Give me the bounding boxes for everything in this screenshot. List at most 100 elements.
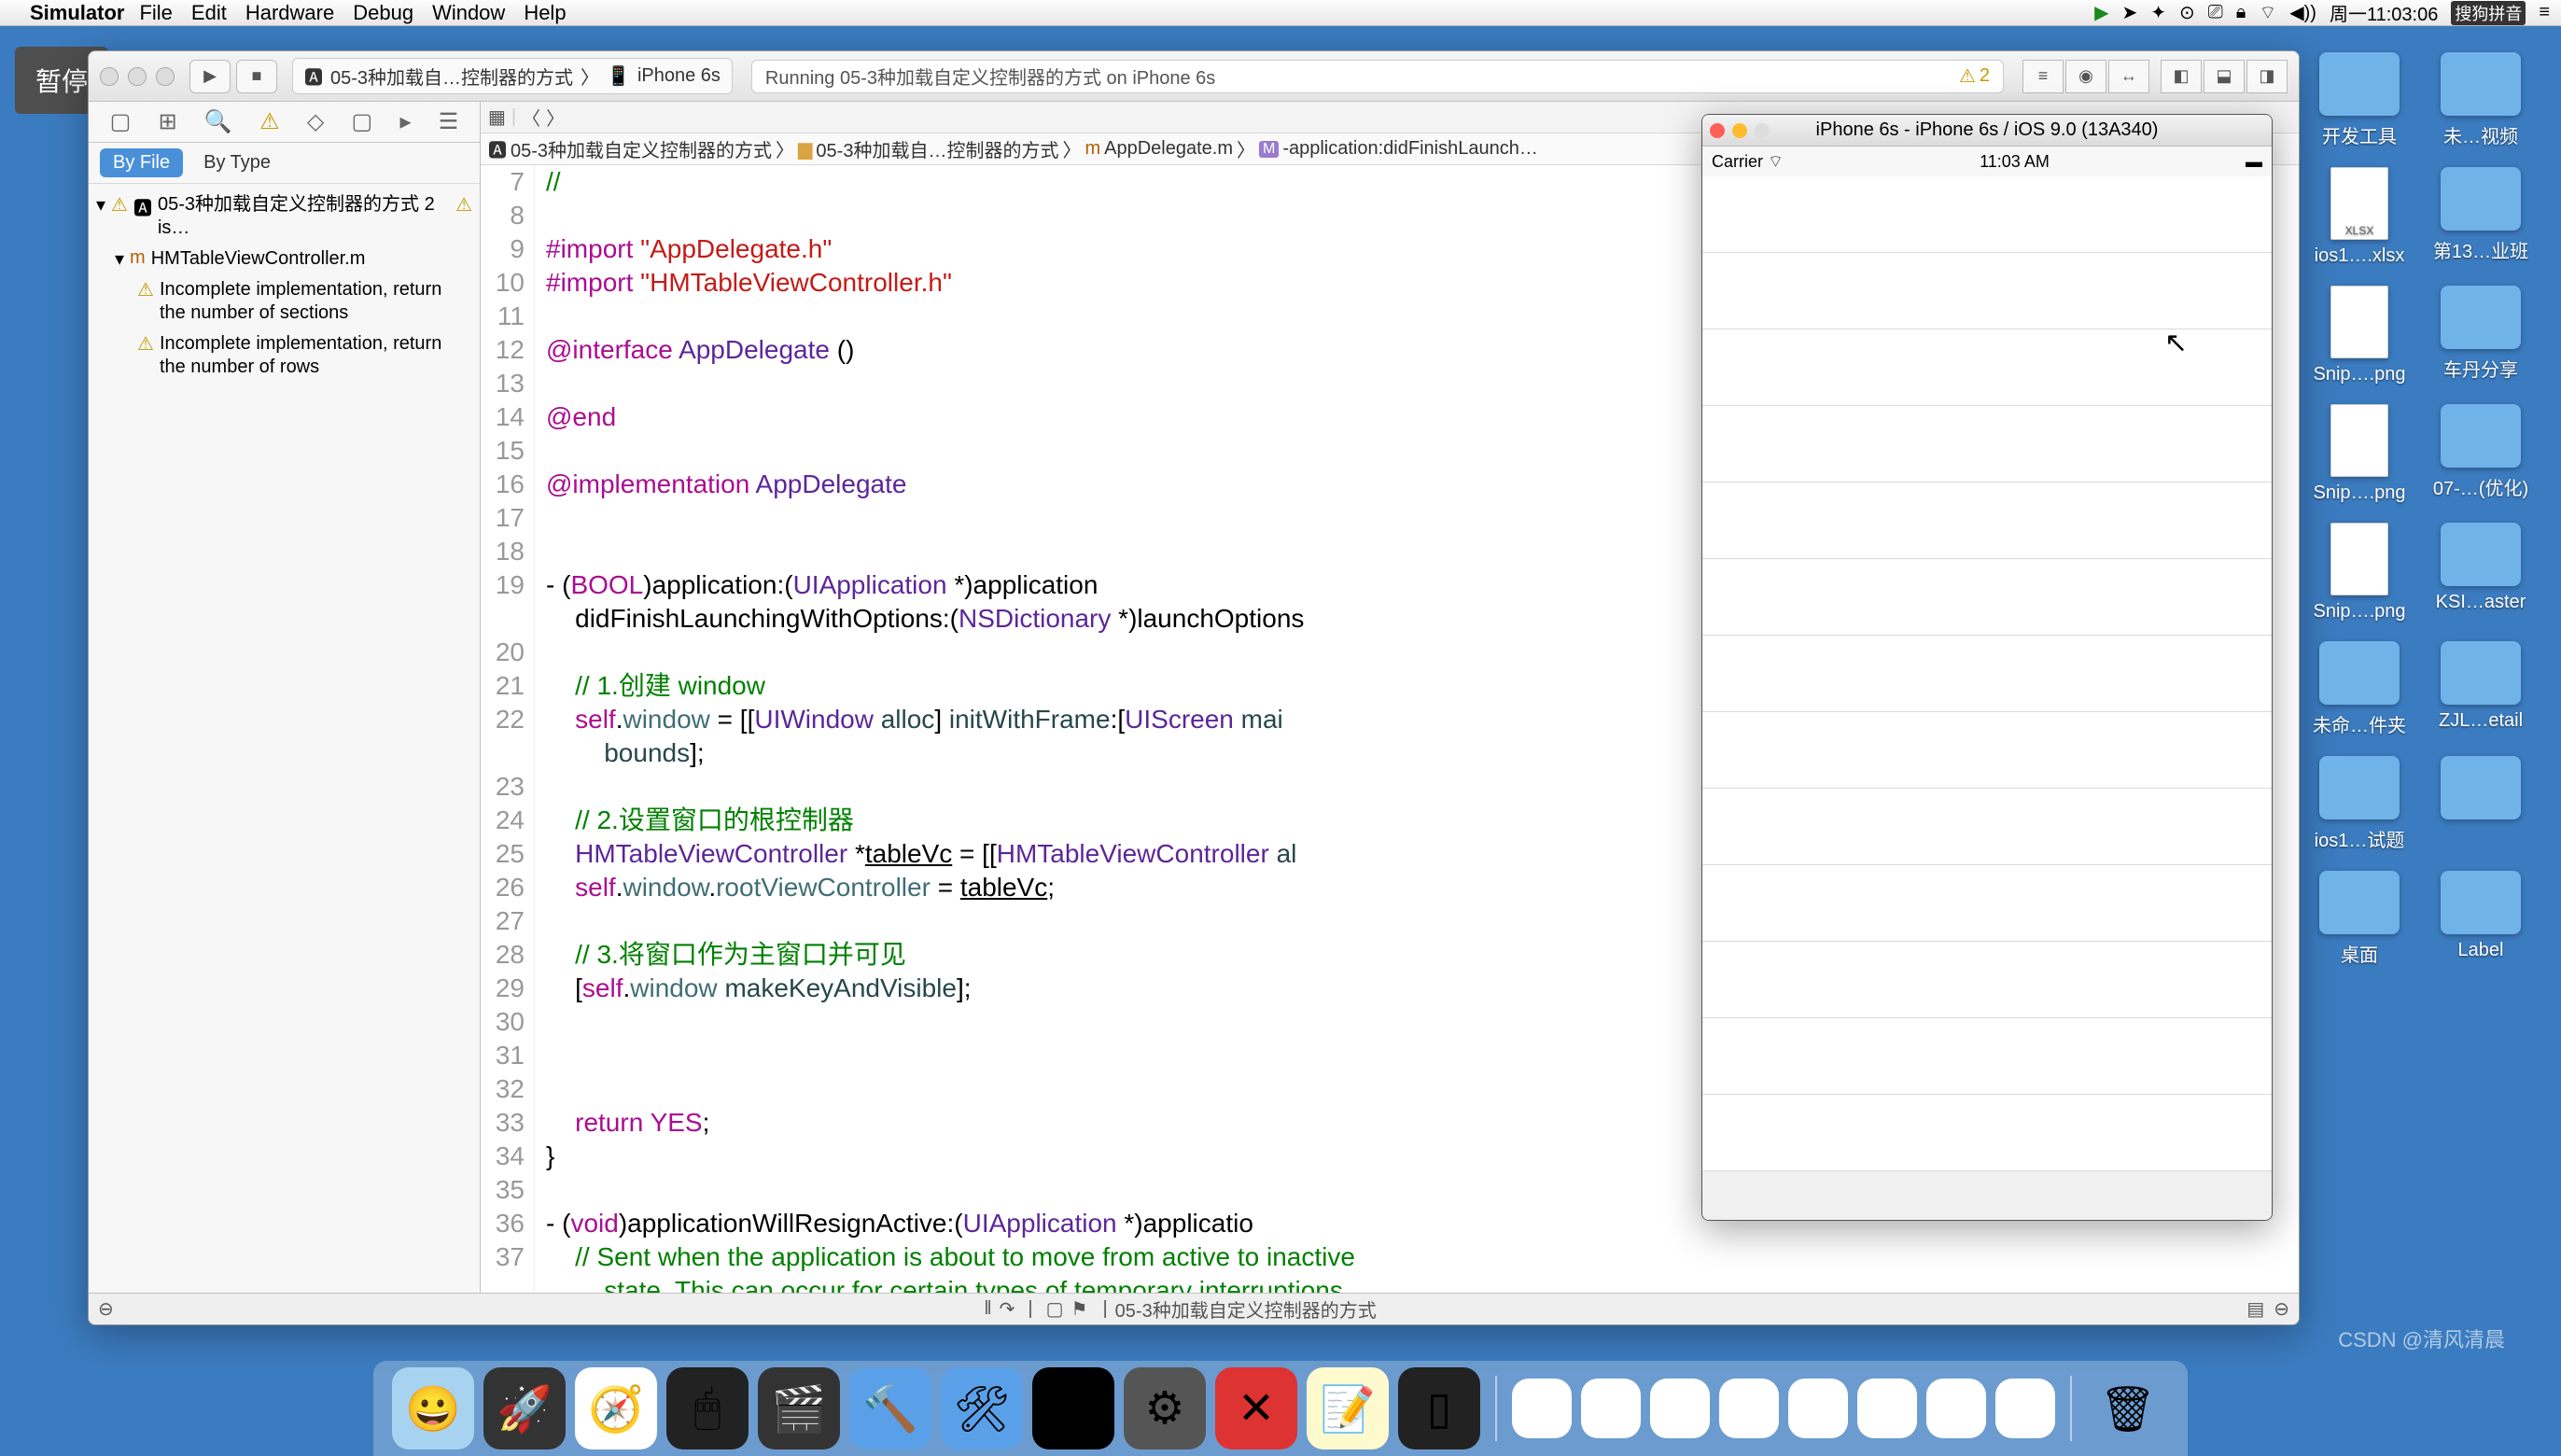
desktop-item[interactable]: ios1…试题 xyxy=(2303,756,2415,852)
menu-edit[interactable]: Edit xyxy=(191,1,227,25)
menu-debug[interactable]: Debug xyxy=(353,1,413,25)
record-icon[interactable]: ⊙ xyxy=(2179,1,2195,24)
variables-view-icon[interactable]: ▤ xyxy=(2246,1297,2264,1321)
dock-minimized-window[interactable] xyxy=(1857,1379,1917,1438)
desktop-item[interactable]: Snip….png xyxy=(2303,523,2415,623)
desktop-item[interactable]: Snip….png xyxy=(2303,404,2415,504)
table-row[interactable] xyxy=(1702,712,2272,789)
zoom-icon[interactable] xyxy=(1755,123,1770,138)
desktop-item[interactable]: 07-…(优化) xyxy=(2425,404,2537,504)
minimize-icon[interactable] xyxy=(1732,123,1747,138)
dock-safari[interactable]: 🧭 xyxy=(575,1367,657,1449)
table-row[interactable] xyxy=(1702,1018,2272,1095)
project-nav-icon[interactable]: ▢ xyxy=(110,108,132,135)
ime-indicator[interactable]: 搜狗拼音 xyxy=(2451,1,2526,25)
lock-icon[interactable]: 🔒︎ xyxy=(2236,2,2246,23)
debug-nav-icon[interactable]: ▢ xyxy=(352,108,373,135)
desktop-item[interactable]: 第13…业班 xyxy=(2425,167,2537,267)
dock-minimized-window[interactable] xyxy=(1788,1379,1848,1438)
dock-notes[interactable]: 📝 xyxy=(1307,1367,1389,1449)
nav-project-row[interactable]: ▾⚠ 🅰 05-3种加载自定义控制器的方式 2 is… ⚠ xyxy=(89,189,480,244)
dock-minimized-window[interactable] xyxy=(1650,1379,1710,1438)
filter-by-type[interactable]: By Type xyxy=(190,148,284,177)
standard-editor-icon[interactable]: ≡ xyxy=(2022,60,2064,93)
play-status-icon[interactable]: ▶︎ xyxy=(2094,1,2108,24)
nav-issue-row[interactable]: ⚠ Incomplete implementation, return the … xyxy=(89,329,480,383)
version-editor-icon[interactable]: ↔ xyxy=(2108,60,2149,93)
table-row[interactable] xyxy=(1702,483,2272,559)
bottom-panel-icon[interactable]: ⬓ xyxy=(2204,60,2245,93)
debug-console-icon[interactable]: ▢ xyxy=(1046,1297,1064,1321)
close-icon[interactable] xyxy=(1710,123,1725,138)
wifi-icon[interactable]: ⌔ xyxy=(2259,1,2276,24)
desktop-item[interactable]: 开发工具 xyxy=(2303,52,2415,148)
table-row[interactable] xyxy=(1702,789,2272,865)
back-icon[interactable]: 〈 xyxy=(522,104,540,131)
window-traffic-lights[interactable] xyxy=(100,67,175,86)
dock-xcode2[interactable]: 🛠 xyxy=(941,1367,1023,1449)
desktop-item[interactable]: 桌面 xyxy=(2303,871,2415,967)
display-icon[interactable]: ⎚ xyxy=(2208,2,2223,23)
issue-nav-icon[interactable]: ⚠ xyxy=(259,108,280,135)
menu-file[interactable]: File xyxy=(139,1,172,25)
table-row[interactable] xyxy=(1702,636,2272,712)
table-row[interactable] xyxy=(1702,559,2272,636)
related-items-icon[interactable]: ▦ xyxy=(488,105,506,129)
nav-issue-row[interactable]: ⚠ Incomplete implementation, return the … xyxy=(89,274,480,329)
dock-settings[interactable]: ⚙ xyxy=(1124,1367,1206,1449)
editor-mode-segment[interactable]: ≡ ◉ ↔ xyxy=(2022,60,2149,93)
simulator-titlebar[interactable]: iPhone 6s - iPhone 6s / iOS 9.0 (13A340) xyxy=(1702,115,2272,147)
dock-minimized-window[interactable] xyxy=(1719,1379,1779,1438)
desktop-item[interactable]: 车丹分享 xyxy=(2425,286,2537,385)
dock-terminal2[interactable]: ▯ xyxy=(1398,1367,1480,1449)
code-content[interactable]: //#import "AppDelegate.h"#import "HMTabl… xyxy=(535,165,1355,1293)
dock-launchpad[interactable]: 🚀 xyxy=(483,1367,566,1449)
table-row[interactable] xyxy=(1702,176,2272,253)
test-nav-icon[interactable]: ◇ xyxy=(307,108,324,135)
table-row[interactable] xyxy=(1702,942,2272,1018)
run-button[interactable]: ▶ xyxy=(189,60,231,93)
stop-button[interactable]: ■ xyxy=(236,60,277,93)
dock-trash[interactable]: 🗑 xyxy=(2087,1367,2169,1449)
menubar-clock[interactable]: 周一11:03:06 xyxy=(2330,0,2438,26)
filter-icon[interactable]: ⊖ xyxy=(98,1297,114,1321)
desktop-item[interactable]: 未…视频 xyxy=(2425,52,2537,148)
dock-imovie[interactable]: 🎬 xyxy=(758,1367,840,1449)
desktop-item[interactable]: Label xyxy=(2425,871,2537,967)
menu-help[interactable]: Help xyxy=(524,1,566,25)
assistant-editor-icon[interactable]: ◉ xyxy=(2065,60,2106,93)
table-row[interactable] xyxy=(1702,253,2272,329)
dock-minimized-window[interactable] xyxy=(1581,1379,1641,1438)
desktop-item[interactable]: 未命…件夹 xyxy=(2303,641,2415,737)
dock-finder[interactable]: 😀 xyxy=(392,1367,474,1449)
breakpoint-nav-icon[interactable]: ▸ xyxy=(399,108,411,135)
filter-by-file[interactable]: By File xyxy=(100,148,183,177)
table-row[interactable] xyxy=(1702,865,2272,942)
report-nav-icon[interactable]: ☰ xyxy=(439,108,459,135)
desktop-item[interactable]: KSI…aster xyxy=(2425,523,2537,623)
volume-icon[interactable]: ◀︎)) xyxy=(2289,1,2316,24)
dock-minimized-window[interactable] xyxy=(1512,1379,1572,1438)
pause-debug-icon[interactable]: ‖ xyxy=(984,1298,991,1320)
desktop-item[interactable]: ZJL…etail xyxy=(2425,641,2537,737)
dock-terminal[interactable]: ▯ xyxy=(1032,1367,1114,1449)
scheme-selector[interactable]: 🅰 05-3种加载自…控制器的方式 〉 📱 iPhone 6s xyxy=(292,58,733,94)
menu-hardware[interactable]: Hardware xyxy=(245,1,334,25)
console-view-icon[interactable]: ⊖ xyxy=(2274,1297,2289,1321)
dock-app-red[interactable]: ✕ xyxy=(1215,1367,1297,1449)
dock-minimized-window[interactable] xyxy=(1926,1379,1986,1438)
table-row[interactable] xyxy=(1702,406,2272,483)
find-nav-icon[interactable]: 🔍 xyxy=(204,108,232,135)
plus-icon[interactable]: ✦ xyxy=(2150,1,2166,24)
dock-xcode[interactable]: 🔨 xyxy=(849,1367,931,1449)
warning-icon[interactable]: ⚠ xyxy=(1959,64,1976,88)
desktop-item[interactable]: Snip….png xyxy=(2303,286,2415,385)
menu-window[interactable]: Window xyxy=(432,1,505,25)
table-row[interactable] xyxy=(1702,1095,2272,1171)
right-panel-icon[interactable]: ◨ xyxy=(2246,60,2288,93)
step-over-icon[interactable]: ↷ xyxy=(1000,1297,1015,1321)
panel-toggle-segment[interactable]: ◧ ⬓ ◨ xyxy=(2161,60,2288,93)
nav-file-row[interactable]: ▾ m HMTableViewController.m xyxy=(89,244,480,274)
symbol-nav-icon[interactable]: ⊞ xyxy=(159,108,177,135)
navigator-tabs[interactable]: ▢ ⊞ 🔍 ⚠ ◇ ▢ ▸ ☰ xyxy=(89,102,480,143)
